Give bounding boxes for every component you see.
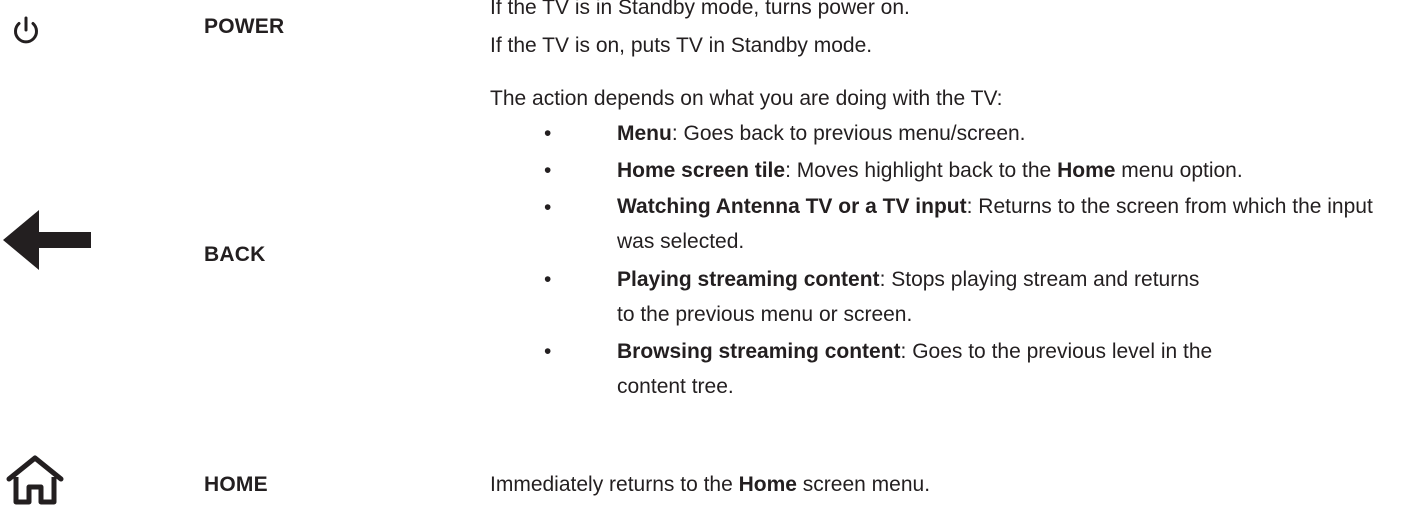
back-item-home-tile-desc-end: menu option. <box>1115 159 1243 182</box>
bullet-browsing: • <box>544 340 552 363</box>
back-row: BACK The action depends on what you are … <box>0 0 1427 440</box>
bullet-antenna: • <box>544 196 552 219</box>
back-item-playing-title: Playing streaming content <box>617 268 880 291</box>
bullet-home-tile: • <box>544 159 552 182</box>
home-desc-pre: Immediately returns to the <box>490 473 739 496</box>
back-item-browsing: Browsing streaming content: Goes to the … <box>617 334 1217 404</box>
home-desc-post: screen menu. <box>796 473 931 496</box>
back-item-menu-title: Menu <box>617 122 672 145</box>
home-desc-bold: Home <box>738 473 797 496</box>
bullet-menu: • <box>544 122 552 145</box>
back-item-antenna: Watching Antenna TV or a TV input: Retur… <box>617 189 1397 259</box>
home-icon <box>5 455 65 505</box>
home-row: HOME Immediately returns to the Home scr… <box>0 440 1427 510</box>
back-item-home-tile-home: Home <box>1057 159 1116 182</box>
back-label: BACK <box>204 243 266 266</box>
back-item-antenna-title: Watching Antenna TV or a TV input <box>617 195 967 218</box>
left-arrow-icon <box>3 210 91 270</box>
back-item-home-tile: Home screen tile: Moves highlight back t… <box>617 153 1417 188</box>
back-intro: The action depends on what you are doing… <box>490 87 1003 110</box>
home-label: HOME <box>204 473 268 496</box>
home-description: Immediately returns to the Home screen m… <box>490 470 930 500</box>
back-item-home-tile-desc: : Moves highlight back to the <box>785 159 1058 182</box>
back-item-playing: Playing streaming content: Stops playing… <box>617 262 1207 332</box>
back-item-menu: Menu: Goes back to previous menu/screen. <box>617 116 1417 151</box>
bullet-playing: • <box>544 268 552 291</box>
back-item-home-tile-title: Home screen tile <box>617 159 786 182</box>
back-item-browsing-title: Browsing streaming content <box>617 340 901 363</box>
back-item-menu-desc: : Goes back to previous menu/screen. <box>671 122 1026 145</box>
